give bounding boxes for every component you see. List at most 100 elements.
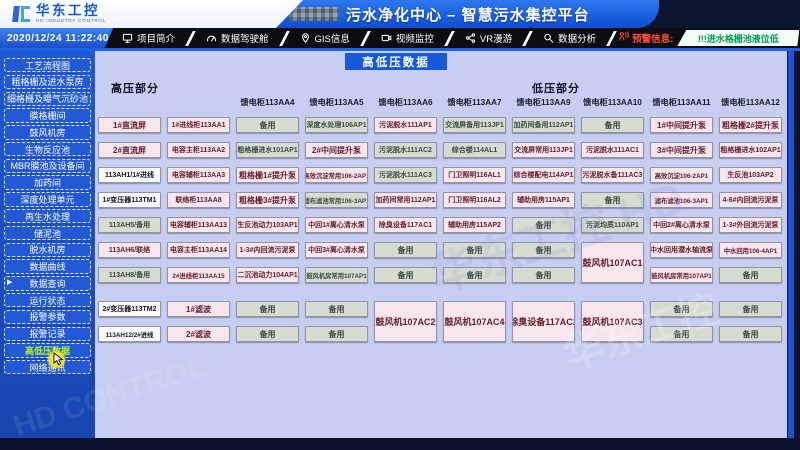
power-cell[interactable]: 备用 <box>650 301 713 317</box>
menu-item-1[interactable]: 项目简介 <box>113 31 184 45</box>
sidebar-item-11[interactable]: 储泥池 <box>4 226 91 240</box>
menu-item-4[interactable]: 视频监控 <box>372 31 443 45</box>
power-cell[interactable]: 备用 <box>512 242 575 258</box>
power-cell[interactable]: 污泥脱水111AC1 <box>581 142 644 158</box>
sidebar-item-6[interactable]: 生物反应池 <box>4 142 91 156</box>
power-cell[interactable]: 综合楼配电114AP1 <box>512 167 575 183</box>
power-cell[interactable]: 中回3#离心清水泵 <box>305 242 368 258</box>
alarm-message[interactable]: !!!进水格栅池液位低 <box>677 30 799 46</box>
power-cell[interactable]: 滤布滤池常用106-3AP1 <box>305 192 368 208</box>
power-cell[interactable]: 粗格栅3#提升泵 <box>236 192 299 208</box>
power-cell[interactable]: 电容主柜113AA2 <box>167 142 230 158</box>
power-cell[interactable]: 备用 <box>581 117 644 133</box>
power-cell[interactable]: 1#直流屏 <box>98 117 161 133</box>
power-cell[interactable]: 粗格栅进水101AP1 <box>236 142 299 158</box>
power-cell[interactable]: 污泥脱水111AP1 <box>374 117 437 133</box>
sidebar-item-1[interactable]: 工艺流程图 <box>4 58 91 72</box>
power-cell[interactable]: 备用 <box>236 117 299 133</box>
power-cell[interactable]: 中回2#离心清水泵 <box>650 217 713 233</box>
menu-item-2[interactable]: 数据驾驶舱 <box>197 31 278 45</box>
power-cell[interactable]: 备用 <box>512 267 575 283</box>
power-cell[interactable]: 电容主柜113AA14 <box>167 242 230 258</box>
power-cell[interactable]: 中回1#离心清水泵 <box>305 217 368 233</box>
power-cell[interactable]: 高效沉淀常用106-2AP1 <box>305 167 368 183</box>
power-cell[interactable]: 1#中间提升泵 <box>650 117 713 133</box>
power-cell[interactable]: 生反池103AP2 <box>719 167 782 183</box>
power-cell[interactable]: 中水回用潜水轴流泵 <box>650 242 713 258</box>
sidebar-item-8[interactable]: 加药间 <box>4 175 91 189</box>
sidebar-item-5[interactable]: 鼓风机房 <box>4 125 91 139</box>
power-cell[interactable]: 备用 <box>305 301 368 317</box>
power-cell[interactable]: 备用 <box>374 267 437 283</box>
power-cell[interactable]: 交流屏备用113JP1 <box>443 117 506 133</box>
power-cell[interactable]: 4-6#内回流污泥泵 <box>719 192 782 208</box>
power-cell[interactable]: 生反池动力103AP1 <box>236 217 299 233</box>
power-cell[interactable]: 辅助用房115AP1 <box>512 192 575 208</box>
power-cell[interactable]: 滤布滤池106-3AP1 <box>650 192 713 208</box>
power-cell[interactable]: 综合楼114AL1 <box>443 142 506 158</box>
power-cell[interactable]: 2#变压器113TM2 <box>98 301 161 317</box>
power-cell[interactable]: 备用 <box>650 326 713 342</box>
power-cell[interactable]: 备用 <box>719 301 782 317</box>
power-cell[interactable]: 鼓风机107AC2 <box>374 301 437 342</box>
power-cell[interactable]: 2#中间提升泵 <box>305 142 368 158</box>
power-cell[interactable]: 交流屏常用113JP1 <box>512 142 575 158</box>
sidebar-item-14[interactable]: ▶数据查询 <box>4 276 91 290</box>
sidebar-item-13[interactable]: 数据曲线 <box>4 259 91 273</box>
power-cell[interactable]: 备用 <box>374 242 437 258</box>
power-cell[interactable]: 备用 <box>512 217 575 233</box>
sidebar-item-9[interactable]: 深度处理单元 <box>4 192 91 206</box>
power-cell[interactable]: 污泥脱水备111AC3 <box>581 167 644 183</box>
menu-item-5[interactable]: VR漫游 <box>456 31 521 45</box>
power-cell[interactable]: 1-3#内回流污泥泵 <box>236 242 299 258</box>
power-cell[interactable]: 污泥均质110AP1 <box>581 217 644 233</box>
power-cell[interactable]: 2#进线柜113AA15 <box>167 267 230 283</box>
power-cell[interactable]: 2#直流屏 <box>98 142 161 158</box>
power-cell[interactable]: 电容辅柜113AA3 <box>167 167 230 183</box>
power-cell[interactable]: 中水回用106-4AP1 <box>719 242 782 258</box>
power-cell[interactable]: 门卫照明116AL2 <box>443 192 506 208</box>
power-cell[interactable]: 污泥脱水111AC3 <box>374 167 437 183</box>
power-cell[interactable]: 加药间常用112AP1 <box>374 192 437 208</box>
power-cell[interactable]: 粗格栅1#提升泵 <box>236 167 299 183</box>
power-cell[interactable]: 深度水处理106AP1 <box>305 117 368 133</box>
power-cell[interactable]: 联络柜113AA8 <box>167 192 230 208</box>
power-cell[interactable]: 113AH12/2#进线 <box>98 326 161 342</box>
power-cell[interactable]: 3#中间提升泵 <box>650 142 713 158</box>
sidebar-item-10[interactable]: 再生水处理 <box>4 209 91 223</box>
power-cell[interactable]: 除臭设备117AC1 <box>374 217 437 233</box>
sidebar-item-16[interactable]: 报警参数 <box>4 310 91 324</box>
power-cell[interactable]: 备用 <box>443 267 506 283</box>
power-cell[interactable]: 鼓风机107AC3 <box>581 301 644 342</box>
power-cell[interactable]: 电容辅柜113AA13 <box>167 217 230 233</box>
power-cell[interactable]: 113AH6/联络 <box>98 242 161 258</box>
sidebar-item-2[interactable]: 粗格栅及进水泵房 <box>4 75 91 89</box>
power-cell[interactable]: 二沉池动力104AP1 <box>236 267 299 283</box>
sidebar-item-3[interactable]: 细格栅及曝气沉砂池 <box>4 92 91 106</box>
power-cell[interactable]: 鼓风机房常用107AP1 <box>305 267 368 283</box>
power-cell[interactable]: 1#变压器113TM1 <box>98 192 161 208</box>
power-cell[interactable]: 除臭设备117AC2 <box>512 301 575 342</box>
power-cell[interactable]: 113AH1/1#进线 <box>98 167 161 183</box>
power-cell[interactable]: 1#滤波 <box>167 301 230 317</box>
power-cell[interactable]: 1-3#外回流污泥泵 <box>719 217 782 233</box>
power-cell[interactable]: 备用 <box>236 326 299 342</box>
power-cell[interactable]: 2#滤波 <box>167 326 230 342</box>
power-cell[interactable]: 113AH5/备用 <box>98 217 161 233</box>
power-cell[interactable]: 备用 <box>581 192 644 208</box>
power-cell[interactable]: 加药间备用112AP1 <box>512 117 575 133</box>
power-cell[interactable]: 污泥脱水111AC2 <box>374 142 437 158</box>
power-cell[interactable]: 备用 <box>443 242 506 258</box>
sidebar-item-17[interactable]: 报警记录 <box>4 327 91 341</box>
sidebar-item-12[interactable]: 脱水机房 <box>4 243 91 257</box>
power-cell[interactable]: 粗格栅进水102AP1 <box>719 142 782 158</box>
sidebar-item-7[interactable]: MBR膜池及设备间 <box>4 159 91 173</box>
power-cell[interactable]: 备用 <box>305 326 368 342</box>
power-cell[interactable]: 粗格栅2#提升泵 <box>719 117 782 133</box>
power-cell[interactable]: 鼓风机房常用107AP1 <box>650 267 713 283</box>
power-cell[interactable]: 鼓风机107AC4 <box>443 301 506 342</box>
sidebar-item-15[interactable]: 运行状态 <box>4 293 91 307</box>
power-cell[interactable]: 备用 <box>236 301 299 317</box>
power-cell[interactable]: 备用 <box>719 267 782 283</box>
power-cell[interactable]: 113AH8/备用 <box>98 267 161 283</box>
